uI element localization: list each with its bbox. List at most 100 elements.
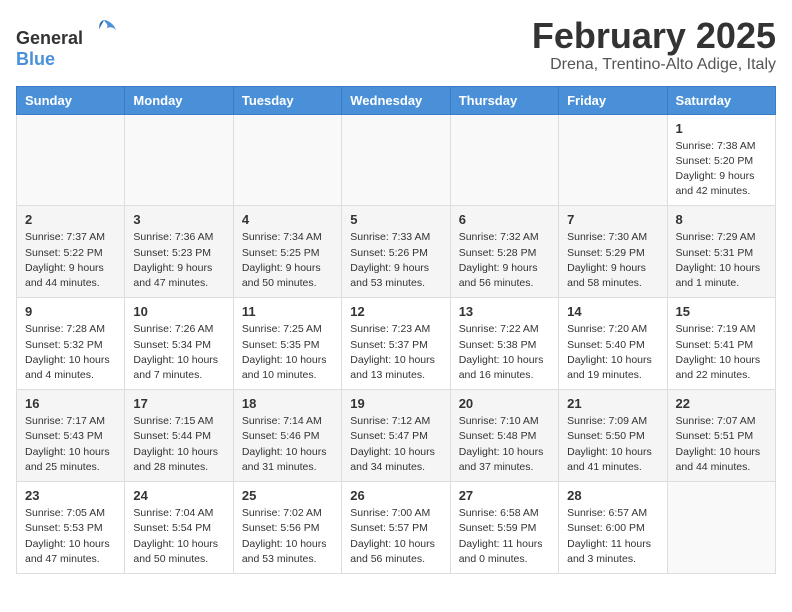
day-number: 22	[676, 396, 767, 411]
calendar-cell: 22 Sunrise: 7:07 AM Sunset: 5:51 PM Dayli…	[667, 390, 775, 482]
weekday-header-sunday: Sunday	[17, 86, 125, 114]
calendar-cell: 18Sunrise: 7:14 AM Sunset: 5:46 PM Dayli…	[233, 390, 341, 482]
day-info: Sunrise: 7:05 AM Sunset: 5:53 PM Dayligh…	[25, 506, 116, 567]
day-info: Sunrise: 7:23 AM Sunset: 5:37 PM Dayligh…	[350, 322, 441, 383]
calendar-table: SundayMondayTuesdayWednesdayThursdayFrid…	[16, 86, 776, 574]
day-info: Sunrise: 7:10 AM Sunset: 5:48 PM Dayligh…	[459, 414, 550, 475]
calendar-cell: 19 Sunrise: 7:12 AM Sunset: 5:47 PM Dayli…	[342, 390, 450, 482]
day-number: 26	[350, 488, 441, 503]
calendar-cell	[342, 114, 450, 206]
day-number: 11	[242, 304, 333, 319]
day-number: 17	[133, 396, 224, 411]
calendar-cell	[233, 114, 341, 206]
calendar-cell: 25 Sunrise: 7:02 AM Sunset: 5:56 PM Dayli…	[233, 482, 341, 574]
calendar-cell: 6Sunrise: 7:32 AM Sunset: 5:28 PM Daylig…	[450, 206, 558, 298]
day-info: Sunrise: 7:29 AM Sunset: 5:31 PM Dayligh…	[676, 230, 767, 291]
day-number: 8	[676, 212, 767, 227]
day-info: Sunrise: 7:15 AM Sunset: 5:44 PM Dayligh…	[133, 414, 224, 475]
day-number: 16	[25, 396, 116, 411]
weekday-header-saturday: Saturday	[667, 86, 775, 114]
calendar-cell	[17, 114, 125, 206]
calendar-cell: 10 Sunrise: 7:26 AM Sunset: 5:34 PM Dayli…	[125, 298, 233, 390]
day-info: Sunrise: 7:00 AM Sunset: 5:57 PM Dayligh…	[350, 506, 441, 567]
calendar-cell	[450, 114, 558, 206]
calendar-cell	[667, 482, 775, 574]
day-info: Sunrise: 7:32 AM Sunset: 5:28 PM Dayligh…	[459, 230, 550, 291]
logo: General Blue	[16, 16, 118, 70]
day-number: 12	[350, 304, 441, 319]
day-number: 28	[567, 488, 658, 503]
weekday-header-wednesday: Wednesday	[342, 86, 450, 114]
calendar-cell: 15Sunrise: 7:19 AM Sunset: 5:41 PM Dayli…	[667, 298, 775, 390]
calendar-cell: 1Sunrise: 7:38 AM Sunset: 5:20 PM Daylig…	[667, 114, 775, 206]
logo-bird-icon	[90, 16, 118, 44]
title-block: February 2025 Drena, Trentino-Alto Adige…	[532, 16, 776, 74]
calendar-cell: 20 Sunrise: 7:10 AM Sunset: 5:48 PM Dayli…	[450, 390, 558, 482]
weekday-header-friday: Friday	[559, 86, 667, 114]
day-info: Sunrise: 7:28 AM Sunset: 5:32 PM Dayligh…	[25, 322, 116, 383]
day-number: 24	[133, 488, 224, 503]
day-info: Sunrise: 7:04 AM Sunset: 5:54 PM Dayligh…	[133, 506, 224, 567]
day-number: 27	[459, 488, 550, 503]
day-number: 14	[567, 304, 658, 319]
calendar-week-row: 9 Sunrise: 7:28 AM Sunset: 5:32 PM Daylig…	[17, 298, 776, 390]
calendar-week-row: 1Sunrise: 7:38 AM Sunset: 5:20 PM Daylig…	[17, 114, 776, 206]
weekday-header-row: SundayMondayTuesdayWednesdayThursdayFrid…	[17, 86, 776, 114]
calendar-cell: 24 Sunrise: 7:04 AM Sunset: 5:54 PM Dayli…	[125, 482, 233, 574]
month-title: February 2025	[532, 16, 776, 56]
day-number: 25	[242, 488, 333, 503]
location-subtitle: Drena, Trentino-Alto Adige, Italy	[532, 56, 776, 74]
day-info: Sunrise: 7:37 AM Sunset: 5:22 PM Dayligh…	[25, 230, 116, 291]
day-number: 19	[350, 396, 441, 411]
day-number: 21	[567, 396, 658, 411]
day-info: Sunrise: 7:33 AM Sunset: 5:26 PM Dayligh…	[350, 230, 441, 291]
calendar-cell: 21 Sunrise: 7:09 AM Sunset: 5:50 PM Dayli…	[559, 390, 667, 482]
page-header: General Blue February 2025 Drena, Trenti…	[16, 16, 776, 74]
day-info: Sunrise: 7:07 AM Sunset: 5:51 PM Dayligh…	[676, 414, 767, 475]
logo-text: General Blue	[16, 16, 118, 70]
calendar-cell: 4 Sunrise: 7:34 AM Sunset: 5:25 PM Daylig…	[233, 206, 341, 298]
day-number: 2	[25, 212, 116, 227]
logo-general: General	[16, 28, 83, 48]
calendar-cell: 3Sunrise: 7:36 AM Sunset: 5:23 PM Daylig…	[125, 206, 233, 298]
day-info: Sunrise: 7:17 AM Sunset: 5:43 PM Dayligh…	[25, 414, 116, 475]
calendar-cell: 2 Sunrise: 7:37 AM Sunset: 5:22 PM Daylig…	[17, 206, 125, 298]
calendar-cell: 14 Sunrise: 7:20 AM Sunset: 5:40 PM Dayli…	[559, 298, 667, 390]
day-number: 7	[567, 212, 658, 227]
day-number: 20	[459, 396, 550, 411]
day-info: Sunrise: 7:38 AM Sunset: 5:20 PM Dayligh…	[676, 139, 767, 200]
calendar-cell: 7 Sunrise: 7:30 AM Sunset: 5:29 PM Daylig…	[559, 206, 667, 298]
calendar-week-row: 2 Sunrise: 7:37 AM Sunset: 5:22 PM Daylig…	[17, 206, 776, 298]
day-info: Sunrise: 6:58 AM Sunset: 5:59 PM Dayligh…	[459, 506, 550, 567]
day-info: Sunrise: 7:02 AM Sunset: 5:56 PM Dayligh…	[242, 506, 333, 567]
day-info: Sunrise: 7:22 AM Sunset: 5:38 PM Dayligh…	[459, 322, 550, 383]
calendar-cell: 28Sunrise: 6:57 AM Sunset: 6:00 PM Dayli…	[559, 482, 667, 574]
day-info: Sunrise: 7:26 AM Sunset: 5:34 PM Dayligh…	[133, 322, 224, 383]
calendar-week-row: 23 Sunrise: 7:05 AM Sunset: 5:53 PM Dayli…	[17, 482, 776, 574]
weekday-header-tuesday: Tuesday	[233, 86, 341, 114]
calendar-cell: 26 Sunrise: 7:00 AM Sunset: 5:57 PM Dayli…	[342, 482, 450, 574]
calendar-week-row: 16 Sunrise: 7:17 AM Sunset: 5:43 PM Dayli…	[17, 390, 776, 482]
day-number: 4	[242, 212, 333, 227]
day-info: Sunrise: 7:34 AM Sunset: 5:25 PM Dayligh…	[242, 230, 333, 291]
day-info: Sunrise: 7:25 AM Sunset: 5:35 PM Dayligh…	[242, 322, 333, 383]
day-number: 13	[459, 304, 550, 319]
calendar-cell: 27 Sunrise: 6:58 AM Sunset: 5:59 PM Dayli…	[450, 482, 558, 574]
calendar-cell	[559, 114, 667, 206]
day-info: Sunrise: 7:09 AM Sunset: 5:50 PM Dayligh…	[567, 414, 658, 475]
day-number: 10	[133, 304, 224, 319]
day-number: 23	[25, 488, 116, 503]
day-info: Sunrise: 7:14 AM Sunset: 5:46 PM Dayligh…	[242, 414, 333, 475]
day-info: Sunrise: 7:36 AM Sunset: 5:23 PM Dayligh…	[133, 230, 224, 291]
day-info: Sunrise: 7:20 AM Sunset: 5:40 PM Dayligh…	[567, 322, 658, 383]
day-number: 9	[25, 304, 116, 319]
calendar-cell: 5Sunrise: 7:33 AM Sunset: 5:26 PM Daylig…	[342, 206, 450, 298]
logo-blue: Blue	[16, 49, 55, 69]
calendar-cell: 13 Sunrise: 7:22 AM Sunset: 5:38 PM Dayli…	[450, 298, 558, 390]
day-info: Sunrise: 7:12 AM Sunset: 5:47 PM Dayligh…	[350, 414, 441, 475]
calendar-cell: 16 Sunrise: 7:17 AM Sunset: 5:43 PM Dayli…	[17, 390, 125, 482]
calendar-cell: 23 Sunrise: 7:05 AM Sunset: 5:53 PM Dayli…	[17, 482, 125, 574]
calendar-cell: 11 Sunrise: 7:25 AM Sunset: 5:35 PM Dayli…	[233, 298, 341, 390]
day-info: Sunrise: 7:30 AM Sunset: 5:29 PM Dayligh…	[567, 230, 658, 291]
calendar-cell: 9 Sunrise: 7:28 AM Sunset: 5:32 PM Daylig…	[17, 298, 125, 390]
